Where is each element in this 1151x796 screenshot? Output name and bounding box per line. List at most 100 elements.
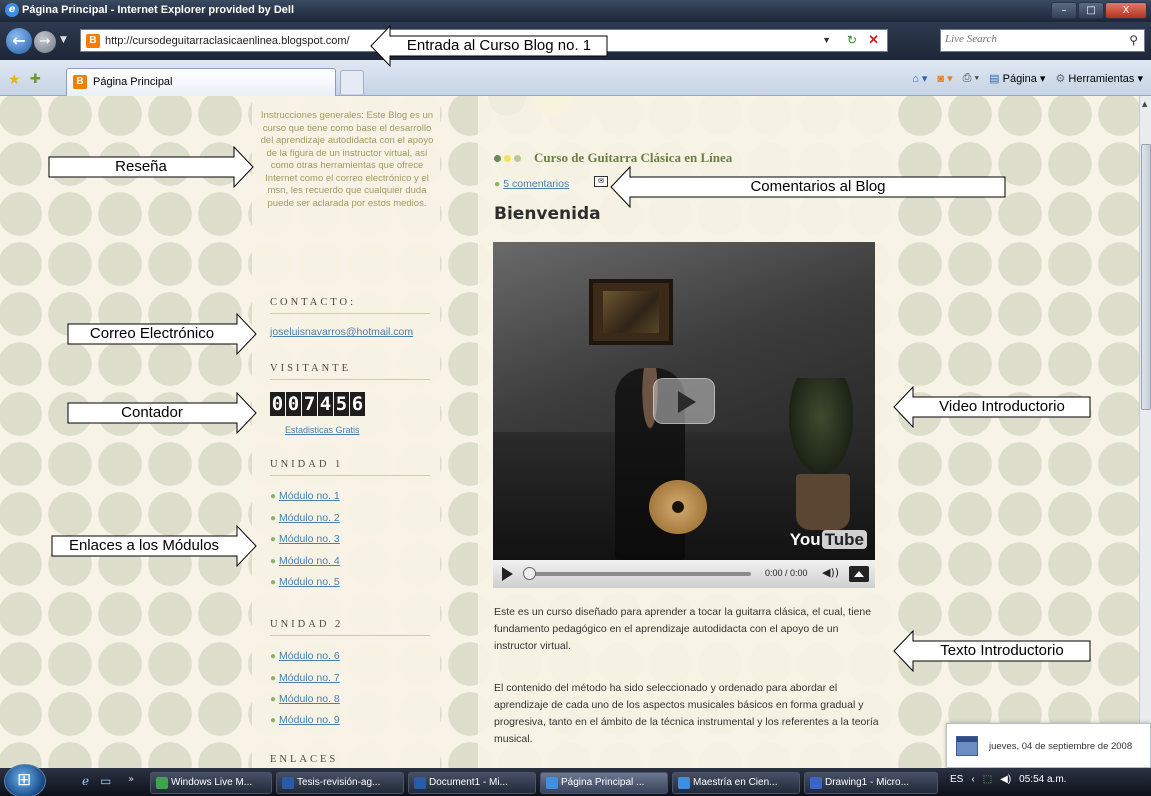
module-link-5[interactable]: ● Módulo no. 5: [270, 576, 340, 588]
play-overlay-button[interactable]: [653, 378, 715, 424]
taskbar: ℯ ▭ » Windows Live M... Tesis-revisión-a…: [0, 764, 1151, 796]
vertical-scrollbar[interactable]: ▲: [1139, 96, 1151, 768]
annotation-video-label: Video Introductorio: [939, 398, 1065, 415]
back-button[interactable]: ←: [6, 28, 32, 54]
home-icon[interactable]: ⌂ ▾: [912, 72, 927, 85]
module-link-label[interactable]: Módulo no. 4: [279, 555, 340, 567]
module-link-label[interactable]: Módulo no. 6: [279, 650, 340, 662]
youtube-video-player[interactable]: You Tube 0:00 / 0:00 ◀)): [493, 242, 875, 588]
window-controls: – □ X: [1051, 2, 1147, 19]
calendar-icon: [956, 736, 978, 756]
forward-button[interactable]: →: [34, 31, 56, 53]
scroll-up-icon[interactable]: ▲: [1142, 100, 1147, 108]
taskbar-item-drawing1[interactable]: Drawing1 - Micro...: [804, 772, 938, 794]
youtube-logo[interactable]: You Tube: [790, 530, 867, 550]
module-link-8[interactable]: ● Módulo no. 8: [270, 693, 340, 705]
minimize-button[interactable]: –: [1051, 2, 1077, 19]
annotation-resena: Reseña: [48, 146, 254, 188]
word-icon: [282, 777, 294, 789]
window-titlebar: e Página Principal - Internet Explorer p…: [0, 0, 1151, 22]
module-link-7[interactable]: ● Módulo no. 7: [270, 672, 340, 684]
search-icon[interactable]: ⚲: [1129, 33, 1138, 48]
comments-label[interactable]: 5 comentarios: [503, 178, 569, 190]
start-button[interactable]: [4, 764, 46, 796]
module-link-2[interactable]: ● Módulo no. 2: [270, 512, 340, 524]
page-menu-button[interactable]: ▤ Página ▾: [989, 72, 1045, 85]
blog-title[interactable]: Curso de Guitarra Clásica en Línea: [534, 150, 732, 166]
module-link-label[interactable]: Módulo no. 1: [279, 490, 340, 502]
comment-bullet-icon: ●: [494, 178, 504, 190]
youtube-logo-tube: Tube: [821, 530, 867, 549]
taskbar-item-maestria[interactable]: Maestría en Cien...: [672, 772, 800, 794]
tab-pagina-principal[interactable]: B Página Principal: [66, 68, 336, 96]
clock[interactable]: 05:54 a.m.: [1019, 774, 1066, 785]
counter-digit: 0: [270, 392, 285, 416]
tab-label: Página Principal: [93, 76, 173, 88]
print-icon[interactable]: ⎙ ▾: [963, 72, 979, 85]
unit1-heading: UNIDAD 1: [270, 459, 430, 476]
ie-icon: [678, 777, 690, 789]
annotation-contador-label: Contador: [121, 404, 183, 421]
module-link-label[interactable]: Módulo no. 9: [279, 714, 340, 726]
module-link-6[interactable]: ● Módulo no. 6: [270, 650, 340, 662]
module-link-label[interactable]: Módulo no. 2: [279, 512, 340, 524]
email-post-icon[interactable]: ✉: [594, 176, 608, 187]
module-link-label[interactable]: Módulo no. 5: [279, 576, 340, 588]
favorites-star-icon[interactable]: ★: [8, 72, 21, 88]
module-link-label[interactable]: Módulo no. 8: [279, 693, 340, 705]
module-link-3[interactable]: ● Módulo no. 3: [270, 533, 340, 545]
search-input[interactable]: [945, 33, 1115, 45]
dot-icon: [504, 155, 511, 162]
page-icon: ▤: [989, 73, 1000, 85]
video-controls: 0:00 / 0:00 ◀)): [493, 560, 875, 588]
annotation-texto: Texto Introductorio: [893, 630, 1091, 672]
desktop-quicklaunch-icon[interactable]: ▭: [100, 774, 111, 788]
taskbar-item-tesis[interactable]: Tesis-revisión-ag...: [276, 772, 404, 794]
tray-expand-icon[interactable]: ‹: [971, 774, 974, 785]
quicklaunch-more-icon[interactable]: »: [128, 774, 134, 785]
stop-icon[interactable]: ✕: [868, 32, 879, 48]
taskbar-item-pagina-principal[interactable]: Página Principal ...: [540, 772, 668, 794]
new-tab-button[interactable]: [340, 70, 364, 94]
bullet-icon: ●: [270, 673, 277, 684]
bullet-icon: ●: [270, 651, 277, 662]
maximize-button[interactable]: □: [1078, 2, 1104, 19]
scrollbar-thumb[interactable]: [1141, 144, 1151, 410]
play-icon[interactable]: [502, 567, 513, 581]
progress-knob[interactable]: [523, 567, 536, 580]
progress-bar[interactable]: [525, 572, 751, 576]
bullet-icon: ●: [270, 556, 277, 567]
tools-menu-button[interactable]: ⚙ Herramientas ▾: [1055, 72, 1143, 85]
url-text[interactable]: http://cursodeguitarraclasicaenlinea.blo…: [105, 35, 350, 47]
dot-icon: [494, 155, 501, 162]
close-button[interactable]: X: [1105, 2, 1147, 19]
visio-icon: [810, 777, 822, 789]
taskbar-item-label: Página Principal ...: [561, 777, 645, 788]
volume-icon[interactable]: ◀)): [822, 566, 839, 579]
url-dropdown-icon[interactable]: ▼: [822, 35, 831, 45]
volume-tray-icon[interactable]: ◀): [1000, 774, 1011, 785]
network-icon[interactable]: ⬚: [983, 774, 992, 785]
add-favorites-icon[interactable]: ✚: [30, 72, 41, 87]
taskbar-item-messenger[interactable]: Windows Live M...: [150, 772, 272, 794]
feeds-icon[interactable]: ◙ ▾: [937, 72, 952, 85]
annotation-comentarios-label: Comentarios al Blog: [750, 178, 886, 195]
ie-quicklaunch-icon[interactable]: ℯ: [82, 774, 89, 788]
recent-pages-dropdown[interactable]: ▼: [60, 35, 67, 45]
language-indicator[interactable]: ES: [950, 774, 963, 785]
module-link-label[interactable]: Módulo no. 7: [279, 672, 340, 684]
module-link-1[interactable]: ● Módulo no. 1: [270, 490, 340, 502]
refresh-icon[interactable]: ↻: [847, 33, 857, 47]
comments-link[interactable]: ● 5 comentarios: [494, 178, 569, 190]
module-link-9[interactable]: ● Módulo no. 9: [270, 714, 340, 726]
taskbar-item-document1[interactable]: Document1 - Mi...: [408, 772, 536, 794]
search-box[interactable]: ⚲: [940, 29, 1145, 52]
fullscreen-button[interactable]: [849, 566, 869, 582]
module-link-label[interactable]: Módulo no. 3: [279, 533, 340, 545]
taskbar-item-label: Drawing1 - Micro...: [825, 777, 909, 788]
email-link[interactable]: joseluisnavarros@hotmail.com: [270, 326, 413, 338]
stats-link[interactable]: Estadisticas Gratis: [285, 425, 360, 435]
notification-date: jueves, 04 de septiembre de 2008: [989, 741, 1133, 752]
taskbar-item-label: Document1 - Mi...: [429, 777, 508, 788]
module-link-4[interactable]: ● Módulo no. 4: [270, 555, 340, 567]
